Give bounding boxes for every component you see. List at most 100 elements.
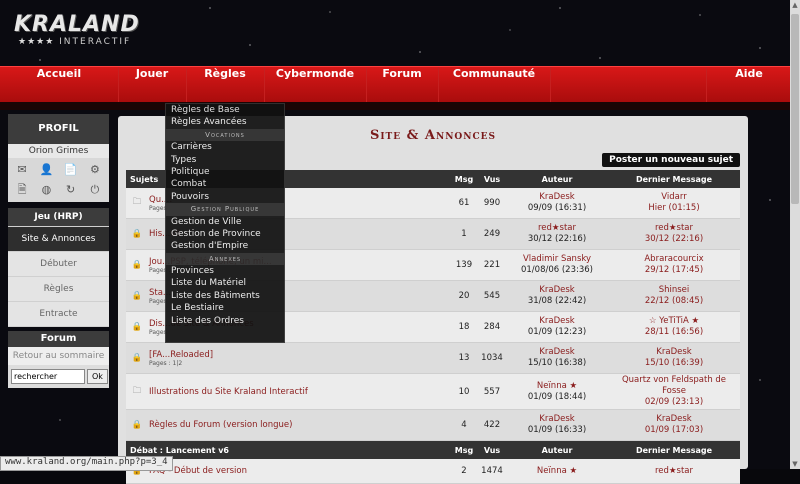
last-author-name[interactable]: KraDesk bbox=[609, 347, 739, 358]
topic-last-message[interactable]: red★star 30/12 (22:16) bbox=[608, 218, 740, 250]
last-message-date[interactable]: 02/09 (23:13) bbox=[609, 397, 739, 408]
last-message-date[interactable]: Hier (01:15) bbox=[609, 203, 739, 214]
topic-title[interactable]: Illustrations du Site Kraland Interactif bbox=[149, 387, 308, 397]
dropdown-item[interactable]: Le Bestiaire bbox=[166, 302, 284, 314]
dropdown-item[interactable]: Provinces bbox=[166, 265, 284, 277]
mail-icon[interactable]: ✉ bbox=[10, 162, 34, 178]
scroll-down-icon[interactable]: ▼ bbox=[790, 459, 800, 469]
last-message-date[interactable]: 28/11 (16:56) bbox=[609, 327, 739, 338]
dropdown-item[interactable]: Carrières bbox=[166, 141, 284, 153]
topic-last-message[interactable]: Shinsei 22/12 (08:45) bbox=[608, 280, 740, 312]
topic-last-message[interactable]: Vidarr Hier (01:15) bbox=[608, 188, 740, 219]
nav-aide[interactable]: Aide bbox=[706, 67, 791, 103]
sidebar-item-regles[interactable]: Règles bbox=[8, 277, 109, 302]
last-author-name[interactable]: ☆ YeTiTiA ★ bbox=[609, 316, 739, 327]
nav-communaute[interactable]: Communauté bbox=[438, 67, 551, 103]
topic-pages[interactable]: Pages : 1|2 bbox=[149, 360, 449, 367]
scroll-up-icon[interactable]: ▲ bbox=[790, 0, 800, 10]
last-author-name[interactable]: Abraracourcix bbox=[609, 254, 739, 265]
last-author-name[interactable]: Quartz von Feldspath de Fosse bbox=[609, 375, 739, 397]
last-author-name[interactable]: red★star bbox=[609, 223, 739, 234]
scroll-thumb[interactable] bbox=[791, 14, 799, 204]
topic-subject[interactable]: Règles du Forum (version longue) bbox=[148, 409, 450, 441]
page-scrollbar[interactable]: ▲ ▼ bbox=[790, 0, 800, 469]
sidebar-item-entracte[interactable]: Entracte bbox=[8, 302, 109, 327]
table-row[interactable]: 🔒 Règles du Forum (version longue) 4 422 Kra… bbox=[126, 409, 740, 441]
search-ok-button[interactable]: Ok bbox=[87, 369, 108, 384]
author-name[interactable]: red★star bbox=[507, 223, 607, 234]
dropdown-item[interactable]: Gestion de Province bbox=[166, 228, 284, 240]
dropdown-item[interactable]: Gestion d'Empire bbox=[166, 240, 284, 252]
dropdown-item[interactable]: Gestion de Ville bbox=[166, 216, 284, 228]
page-icon[interactable]: 🗎 bbox=[10, 182, 34, 198]
dropdown-item[interactable]: Liste des Bâtiments bbox=[166, 290, 284, 302]
topic-title[interactable]: Règles du Forum (version longue) bbox=[149, 420, 292, 430]
dropdown-item[interactable]: Pouvoirs bbox=[166, 191, 284, 203]
document-icon[interactable]: 📄 bbox=[59, 162, 83, 178]
topic-subject[interactable]: Illustrations du Site Kraland Interactif bbox=[148, 373, 450, 410]
topic-author[interactable]: Neïnna ★ 01/09 (18:44) bbox=[506, 373, 608, 410]
dropdown-item[interactable]: Règles de Base bbox=[166, 104, 284, 116]
new-topic-button[interactable]: Poster un nouveau sujet bbox=[602, 153, 740, 167]
dropdown-item[interactable]: Règles Avancées bbox=[166, 116, 284, 128]
category-title[interactable]: Débat : Lancement v6 bbox=[126, 440, 450, 459]
player-name[interactable]: Orion Grimes bbox=[8, 144, 109, 158]
last-author-name[interactable]: red★star bbox=[608, 459, 740, 484]
topic-subject[interactable]: [FA...Reloaded] Pages : 1|2 bbox=[148, 342, 450, 374]
topic-author[interactable]: KraDesk 31/08 (22:42) bbox=[506, 280, 608, 312]
dropdown-item[interactable]: Types bbox=[166, 154, 284, 166]
power-icon[interactable]: ⏻ bbox=[83, 182, 107, 198]
topic-author[interactable]: KraDesk 01/09 (12:23) bbox=[506, 311, 608, 343]
dropdown-item[interactable]: Liste du Matériel bbox=[166, 277, 284, 289]
last-author-name[interactable]: Shinsei bbox=[609, 285, 739, 296]
last-author-name[interactable]: Vidarr bbox=[609, 192, 739, 203]
table-row[interactable]: 🗀 Illustrations du Site Kraland Interacti… bbox=[126, 373, 740, 410]
topic-author[interactable]: red★star 30/12 (22:16) bbox=[506, 218, 608, 250]
dropdown-item[interactable]: Politique bbox=[166, 166, 284, 178]
dropdown-item[interactable]: Combat bbox=[166, 178, 284, 190]
nav-cybermonde[interactable]: Cybermonde bbox=[264, 67, 367, 103]
author-name[interactable]: Neïnna ★ bbox=[507, 381, 607, 392]
topic-last-message[interactable]: KraDesk 15/10 (16:39) bbox=[608, 342, 740, 374]
topic-author[interactable]: KraDesk 01/09 (16:33) bbox=[506, 409, 608, 441]
nav-regles[interactable]: Règles bbox=[186, 67, 265, 103]
sidebar-item-site-annonces[interactable]: Site & Annonces bbox=[8, 227, 109, 252]
last-message-date[interactable]: 29/12 (17:45) bbox=[609, 265, 739, 276]
last-author-name[interactable]: KraDesk bbox=[609, 414, 739, 425]
table-row[interactable]: 🔒 [FA...Reloaded] Pages : 1|2 13 1034 KraDesk… bbox=[126, 342, 740, 374]
topic-title[interactable]: FAQ - Début de version bbox=[148, 459, 450, 484]
back-to-summary-link[interactable]: Retour au sommaire bbox=[8, 347, 109, 365]
gear-icon[interactable]: ⚙ bbox=[83, 162, 107, 178]
topic-last-message[interactable]: KraDesk 01/09 (17:03) bbox=[608, 409, 740, 441]
author-name[interactable]: KraDesk bbox=[507, 192, 607, 203]
last-message-date[interactable]: 15/10 (16:39) bbox=[609, 358, 739, 369]
topic-msg-count: 13 bbox=[450, 342, 478, 374]
nav-accueil[interactable]: Accueil bbox=[0, 67, 119, 103]
kraland-logo[interactable]: KRALAND ★★★★ INTERACTIF bbox=[14, 12, 140, 47]
author-name[interactable]: Neïnna ★ bbox=[506, 459, 608, 484]
search-input[interactable] bbox=[11, 369, 85, 384]
author-name[interactable]: Vladimir Sansky bbox=[507, 254, 607, 265]
last-message-date[interactable]: 22/12 (08:45) bbox=[609, 296, 739, 307]
topic-author[interactable]: Vladimir Sansky 01/08/06 (23:36) bbox=[506, 249, 608, 281]
topic-author[interactable]: KraDesk 09/09 (16:31) bbox=[506, 188, 608, 219]
sidebar-item-debuter[interactable]: Débuter bbox=[8, 252, 109, 277]
refresh-icon[interactable]: ↻ bbox=[59, 182, 83, 198]
last-message-date[interactable]: 01/09 (17:03) bbox=[609, 425, 739, 436]
topic-last-message[interactable]: Quartz von Feldspath de Fosse 02/09 (23:1… bbox=[608, 373, 740, 410]
topic-title[interactable]: [FA...Reloaded] bbox=[149, 350, 213, 360]
person-icon[interactable]: 👤 bbox=[34, 162, 58, 178]
dropdown-item[interactable]: Liste des Ordres bbox=[166, 315, 284, 327]
last-message-date[interactable]: 30/12 (22:16) bbox=[609, 234, 739, 245]
nav-jouer[interactable]: Jouer bbox=[118, 67, 187, 103]
author-name[interactable]: KraDesk bbox=[507, 285, 607, 296]
author-name[interactable]: KraDesk bbox=[507, 316, 607, 327]
topic-author[interactable]: KraDesk 15/10 (16:38) bbox=[506, 342, 608, 374]
nav-forum[interactable]: Forum bbox=[366, 67, 439, 103]
table-row[interactable]: 🔒 FAQ - Début de version 2 1474 Neïnna ★ red★… bbox=[126, 459, 740, 484]
author-name[interactable]: KraDesk bbox=[507, 414, 607, 425]
globe-icon[interactable]: ◍ bbox=[34, 182, 58, 198]
topic-last-message[interactable]: Abraracourcix 29/12 (17:45) bbox=[608, 249, 740, 281]
topic-last-message[interactable]: ☆ YeTiTiA ★ 28/11 (16:56) bbox=[608, 311, 740, 343]
author-name[interactable]: KraDesk bbox=[507, 347, 607, 358]
